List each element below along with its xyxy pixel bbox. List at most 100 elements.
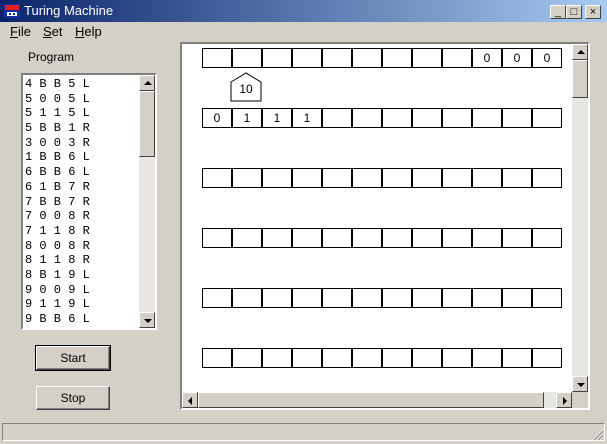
resize-grip-icon[interactable] [592, 429, 604, 441]
tape-cell [472, 228, 502, 248]
status-panel [2, 423, 605, 441]
tape-cell [292, 168, 322, 188]
tape-cell [262, 348, 292, 368]
tape-cell [442, 348, 472, 368]
tape-cell: 0 [502, 48, 532, 68]
program-listbox[interactable]: 4 B B 5 L5 0 0 5 L5 1 1 5 L5 B B 1 R3 0 … [21, 73, 157, 330]
program-line[interactable]: 5 1 1 5 L [25, 106, 139, 121]
tape-cell [412, 48, 442, 68]
tape-cell: 1 [232, 108, 262, 128]
maximize-button[interactable]: □ [566, 5, 582, 19]
tape-cell [532, 228, 562, 248]
tape-cell [322, 288, 352, 308]
tape-hscrollbar[interactable] [182, 392, 572, 408]
program-line[interactable]: 8 1 1 8 R [25, 253, 139, 268]
app-icon [4, 4, 20, 18]
program-line[interactable]: 8 0 0 8 R [25, 239, 139, 254]
tape-cell: 0 [472, 48, 502, 68]
tape-cell [352, 228, 382, 248]
program-line[interactable]: 6 B B 6 L [25, 165, 139, 180]
tape-cell [442, 48, 472, 68]
scroll-up-button[interactable] [139, 75, 155, 91]
program-line[interactable]: 9 B B 6 L [25, 312, 139, 327]
arrow-left-icon [188, 397, 192, 405]
program-line[interactable]: 8 B 1 9 L [25, 268, 139, 283]
tape-cell [232, 288, 262, 308]
tape-cell [472, 288, 502, 308]
menu-help[interactable]: Help [75, 24, 102, 39]
scroll-down-button[interactable] [139, 312, 155, 328]
tape-vscroll-thumb[interactable] [572, 60, 588, 98]
tape-cell [502, 348, 532, 368]
tape-cell [472, 108, 502, 128]
arrow-down-icon [577, 383, 585, 387]
tape-cell [262, 228, 292, 248]
tape-cell [352, 348, 382, 368]
tape-cell [352, 168, 382, 188]
minimize-button[interactable]: _ [550, 5, 566, 19]
program-line[interactable]: 6 X B 10 R [25, 327, 139, 328]
close-button[interactable]: × [585, 5, 601, 19]
tape-cell [322, 228, 352, 248]
tape-cell [502, 288, 532, 308]
tape-cell [232, 228, 262, 248]
maximize-icon: □ [570, 6, 578, 18]
program-line[interactable]: 3 0 0 3 R [25, 136, 139, 151]
tape-cell [442, 288, 472, 308]
tape-cell [532, 288, 562, 308]
tape-cell: 0 [202, 108, 232, 128]
start-button[interactable]: Start [35, 345, 111, 371]
tape-cell [382, 168, 412, 188]
menu-set[interactable]: Set [43, 24, 63, 39]
window-title: Turing Machine [24, 3, 114, 18]
program-line[interactable]: 5 B B 1 R [25, 121, 139, 136]
program-line[interactable]: 5 0 0 5 L [25, 92, 139, 107]
title-bar[interactable]: Turing Machine _ □ × [0, 0, 607, 22]
tape-area[interactable]: 0000111 10 [180, 42, 590, 410]
tape-cell [232, 48, 262, 68]
program-lines: 4 B B 5 L5 0 0 5 L5 1 1 5 L5 B B 1 R3 0 … [25, 77, 139, 328]
tape-cell [232, 168, 262, 188]
tape-cell: 1 [262, 108, 292, 128]
program-line[interactable]: 4 B B 5 L [25, 77, 139, 92]
tape-hscroll-thumb[interactable] [198, 392, 544, 408]
tape-cell [292, 48, 322, 68]
tape-cell [532, 108, 562, 128]
tape-cell [292, 288, 322, 308]
scroll-thumb[interactable] [139, 91, 155, 157]
program-line[interactable]: 7 0 0 8 R [25, 209, 139, 224]
program-line[interactable]: 9 0 0 9 L [25, 283, 139, 298]
tape-cell [412, 348, 442, 368]
program-scrollbar[interactable] [139, 75, 155, 328]
tape-cell [202, 228, 232, 248]
tape-scroll-left-button[interactable] [182, 392, 198, 408]
tape-scroll-down-button[interactable] [572, 376, 588, 392]
tape-cell [502, 228, 532, 248]
tape-cell [232, 348, 262, 368]
tape-cell [352, 48, 382, 68]
tape-cell [502, 168, 532, 188]
program-line[interactable]: 7 1 1 8 R [25, 224, 139, 239]
status-bar [0, 420, 607, 444]
tape-cell [442, 228, 472, 248]
tape-scroll-up-button[interactable] [572, 44, 588, 60]
head-state: 10 [239, 82, 253, 96]
program-line[interactable]: 6 1 B 7 R [25, 180, 139, 195]
close-icon: × [589, 6, 597, 18]
tape-vscrollbar[interactable] [572, 44, 588, 392]
menu-file[interactable]: File [10, 24, 31, 39]
program-line[interactable]: 9 1 1 9 L [25, 297, 139, 312]
tape-cell [412, 228, 442, 248]
program-line[interactable]: 1 B B 6 L [25, 150, 139, 165]
tape-cell [202, 48, 232, 68]
tape-cell [382, 48, 412, 68]
tape-scroll-right-button[interactable] [556, 392, 572, 408]
menu-bar: File Set Help [0, 22, 607, 40]
program-line[interactable]: 7 B B 7 R [25, 195, 139, 210]
tape-cell: 1 [292, 108, 322, 128]
arrow-down-icon [144, 319, 152, 323]
stop-button[interactable]: Stop [36, 386, 110, 410]
tape-cell [382, 348, 412, 368]
tape-cell [472, 348, 502, 368]
tape-cell [202, 288, 232, 308]
